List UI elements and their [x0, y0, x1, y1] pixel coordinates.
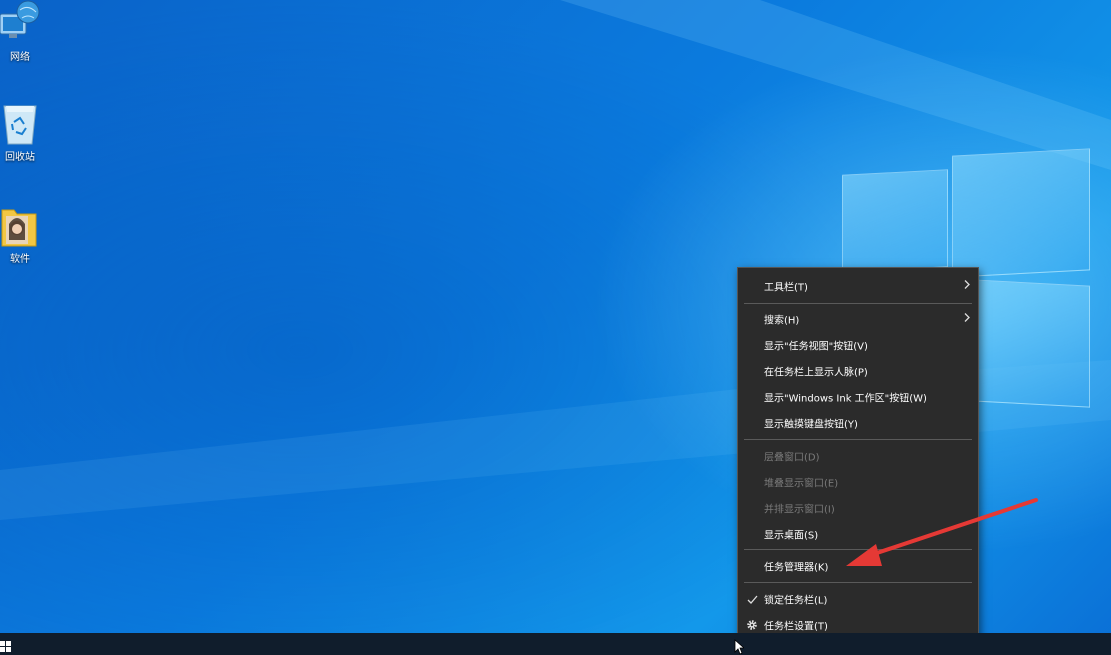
red-arrow-icon — [846, 498, 1038, 566]
windows-start-icon[interactable] — [0, 638, 12, 652]
mouse-cursor-icon — [734, 639, 746, 655]
desktop: 网络 回收站 软件 工具栏(T) 搜索(H) 显示"任务视图"按钮(V) 在任务… — [0, 0, 1111, 633]
taskbar[interactable] — [0, 633, 1111, 655]
